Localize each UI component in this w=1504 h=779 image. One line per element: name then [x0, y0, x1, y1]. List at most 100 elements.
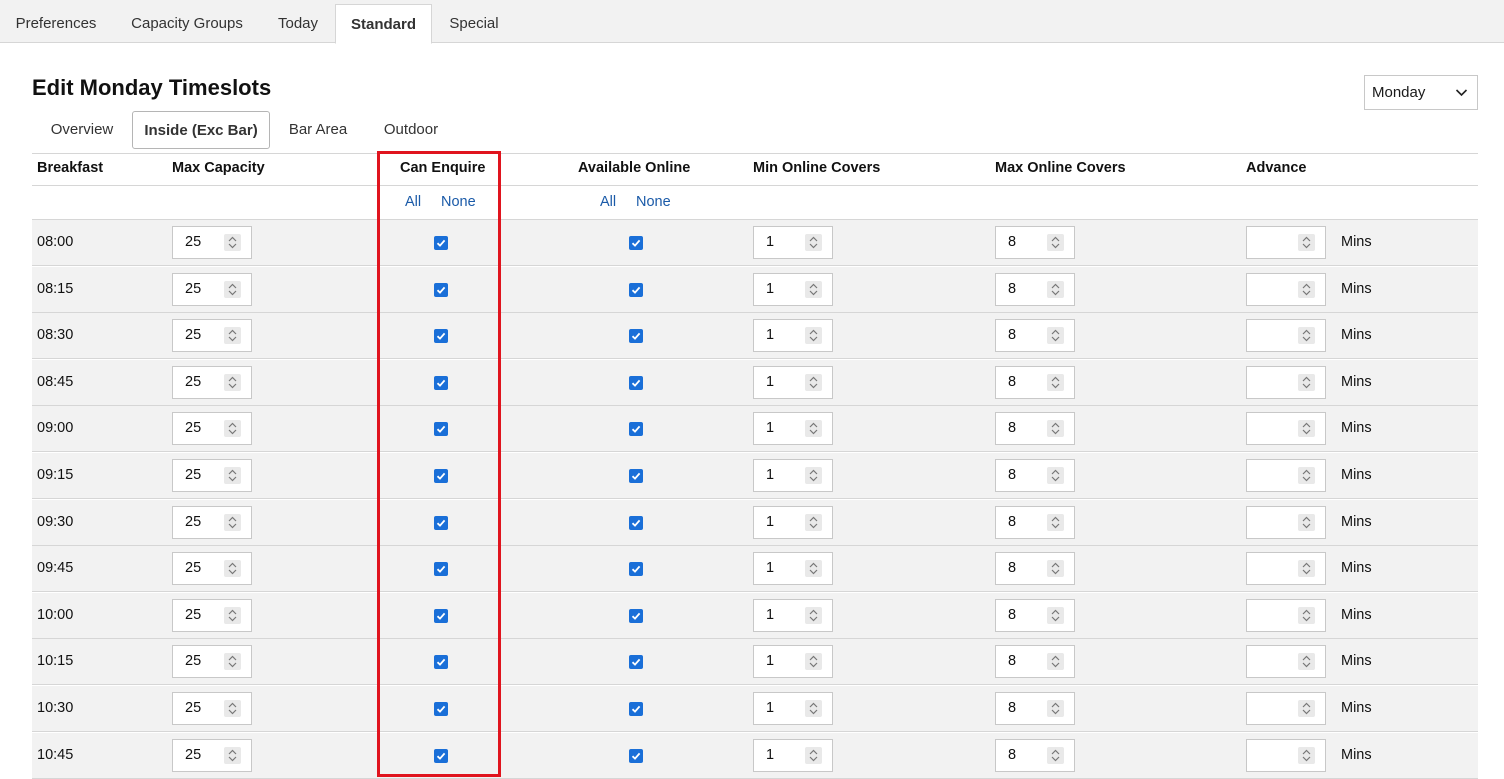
- advance-input[interactable]: [1246, 692, 1326, 725]
- area-tab-bar-area[interactable]: Bar Area: [270, 111, 366, 149]
- max-capacity-input[interactable]: 25: [172, 506, 252, 539]
- available-online-checkbox[interactable]: [629, 469, 643, 483]
- can-enquire-checkbox[interactable]: [434, 562, 448, 576]
- spinner-icon[interactable]: [224, 467, 241, 484]
- spinner-icon[interactable]: [1298, 653, 1315, 670]
- can-enquire-checkbox[interactable]: [434, 749, 448, 763]
- spinner-icon[interactable]: [805, 281, 822, 298]
- can-enquire-checkbox[interactable]: [434, 516, 448, 530]
- min-online-covers-input[interactable]: 1: [753, 459, 833, 492]
- advance-input[interactable]: [1246, 599, 1326, 632]
- spinner-icon[interactable]: [805, 560, 822, 577]
- max-capacity-input[interactable]: 25: [172, 226, 252, 259]
- spinner-icon[interactable]: [224, 700, 241, 717]
- spinner-icon[interactable]: [1047, 560, 1064, 577]
- min-online-covers-input[interactable]: 1: [753, 412, 833, 445]
- spinner-icon[interactable]: [1047, 327, 1064, 344]
- spinner-icon[interactable]: [1298, 747, 1315, 764]
- advance-input[interactable]: [1246, 552, 1326, 585]
- max-capacity-input[interactable]: 25: [172, 552, 252, 585]
- spinner-icon[interactable]: [1298, 420, 1315, 437]
- max-online-covers-input[interactable]: 8: [995, 273, 1075, 306]
- max-capacity-input[interactable]: 25: [172, 739, 252, 772]
- can-enquire-all-link[interactable]: All: [405, 194, 421, 210]
- max-online-covers-input[interactable]: 8: [995, 366, 1075, 399]
- max-online-covers-input[interactable]: 8: [995, 739, 1075, 772]
- spinner-icon[interactable]: [805, 607, 822, 624]
- advance-input[interactable]: [1246, 739, 1326, 772]
- min-online-covers-input[interactable]: 1: [753, 552, 833, 585]
- spinner-icon[interactable]: [1047, 234, 1064, 251]
- advance-input[interactable]: [1246, 366, 1326, 399]
- spinner-icon[interactable]: [805, 327, 822, 344]
- spinner-icon[interactable]: [1298, 234, 1315, 251]
- max-capacity-input[interactable]: 25: [172, 366, 252, 399]
- advance-input[interactable]: [1246, 319, 1326, 352]
- advance-input[interactable]: [1246, 459, 1326, 492]
- spinner-icon[interactable]: [1047, 467, 1064, 484]
- max-online-covers-input[interactable]: 8: [995, 319, 1075, 352]
- area-tab-inside[interactable]: Inside (Exc Bar): [132, 111, 270, 149]
- can-enquire-checkbox[interactable]: [434, 236, 448, 250]
- available-online-checkbox[interactable]: [629, 516, 643, 530]
- spinner-icon[interactable]: [1047, 653, 1064, 670]
- area-tab-outdoor[interactable]: Outdoor: [366, 111, 456, 149]
- min-online-covers-input[interactable]: 1: [753, 599, 833, 632]
- min-online-covers-input[interactable]: 1: [753, 692, 833, 725]
- available-online-checkbox[interactable]: [629, 376, 643, 390]
- max-capacity-input[interactable]: 25: [172, 412, 252, 445]
- max-online-covers-input[interactable]: 8: [995, 412, 1075, 445]
- spinner-icon[interactable]: [1047, 281, 1064, 298]
- available-online-checkbox[interactable]: [629, 702, 643, 716]
- spinner-icon[interactable]: [224, 514, 241, 531]
- spinner-icon[interactable]: [805, 653, 822, 670]
- can-enquire-none-link[interactable]: None: [441, 194, 476, 210]
- available-online-checkbox[interactable]: [629, 749, 643, 763]
- min-online-covers-input[interactable]: 1: [753, 645, 833, 678]
- available-online-checkbox[interactable]: [629, 236, 643, 250]
- spinner-icon[interactable]: [224, 560, 241, 577]
- can-enquire-checkbox[interactable]: [434, 329, 448, 343]
- available-online-checkbox[interactable]: [629, 562, 643, 576]
- spinner-icon[interactable]: [1047, 747, 1064, 764]
- max-online-covers-input[interactable]: 8: [995, 645, 1075, 678]
- max-capacity-input[interactable]: 25: [172, 459, 252, 492]
- can-enquire-checkbox[interactable]: [434, 655, 448, 669]
- spinner-icon[interactable]: [805, 234, 822, 251]
- spinner-icon[interactable]: [1047, 514, 1064, 531]
- min-online-covers-input[interactable]: 1: [753, 739, 833, 772]
- available-online-checkbox[interactable]: [629, 609, 643, 623]
- available-online-checkbox[interactable]: [629, 422, 643, 436]
- spinner-icon[interactable]: [1298, 374, 1315, 391]
- tab-standard[interactable]: Standard: [335, 4, 432, 44]
- max-online-covers-input[interactable]: 8: [995, 226, 1075, 259]
- min-online-covers-input[interactable]: 1: [753, 273, 833, 306]
- max-capacity-input[interactable]: 25: [172, 692, 252, 725]
- spinner-icon[interactable]: [1298, 700, 1315, 717]
- spinner-icon[interactable]: [224, 420, 241, 437]
- max-online-covers-input[interactable]: 8: [995, 552, 1075, 585]
- can-enquire-checkbox[interactable]: [434, 422, 448, 436]
- tab-today[interactable]: Today: [262, 4, 334, 43]
- available-online-checkbox[interactable]: [629, 283, 643, 297]
- spinner-icon[interactable]: [805, 374, 822, 391]
- advance-input[interactable]: [1246, 645, 1326, 678]
- spinner-icon[interactable]: [1047, 374, 1064, 391]
- spinner-icon[interactable]: [1047, 420, 1064, 437]
- can-enquire-checkbox[interactable]: [434, 609, 448, 623]
- spinner-icon[interactable]: [224, 327, 241, 344]
- can-enquire-checkbox[interactable]: [434, 376, 448, 390]
- min-online-covers-input[interactable]: 1: [753, 226, 833, 259]
- advance-input[interactable]: [1246, 506, 1326, 539]
- min-online-covers-input[interactable]: 1: [753, 366, 833, 399]
- spinner-icon[interactable]: [1298, 607, 1315, 624]
- spinner-icon[interactable]: [805, 700, 822, 717]
- spinner-icon[interactable]: [1298, 560, 1315, 577]
- max-capacity-input[interactable]: 25: [172, 645, 252, 678]
- can-enquire-checkbox[interactable]: [434, 702, 448, 716]
- tab-capacity-groups[interactable]: Capacity Groups: [112, 4, 262, 43]
- spinner-icon[interactable]: [224, 234, 241, 251]
- can-enquire-checkbox[interactable]: [434, 469, 448, 483]
- max-capacity-input[interactable]: 25: [172, 599, 252, 632]
- max-capacity-input[interactable]: 25: [172, 319, 252, 352]
